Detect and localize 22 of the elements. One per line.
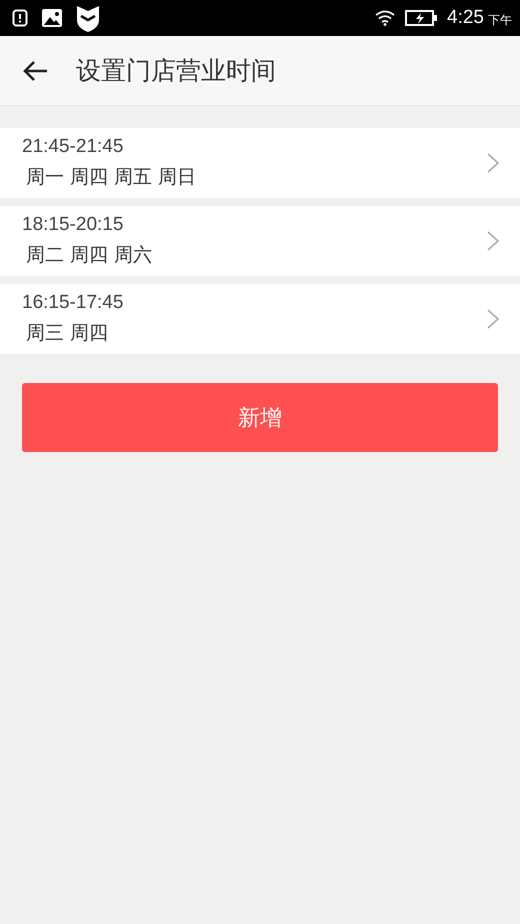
chevron-right-icon — [487, 153, 499, 173]
clock-time: 4:25 — [447, 7, 484, 29]
chevron-right-icon — [487, 231, 499, 251]
schedule-row[interactable]: 16:15-17:45 周三 周四 — [0, 284, 520, 354]
battery-charging-icon — [405, 10, 438, 26]
time-range: 18:15-20:15 — [22, 214, 124, 236]
clock-period: 下午 — [488, 12, 512, 28]
shield-icon — [76, 4, 100, 32]
time-range: 16:15-17:45 — [22, 292, 124, 314]
image-icon — [42, 9, 62, 27]
time-range: 21:45-21:45 — [22, 136, 124, 158]
back-arrow-icon — [22, 60, 48, 82]
alert-icon — [12, 9, 28, 27]
page-title: 设置门店营业时间 — [76, 55, 276, 87]
weekdays: 周三 周四 — [26, 321, 110, 346]
weekdays: 周二 周四 周六 — [26, 243, 154, 268]
schedule-row[interactable]: 18:15-20:15 周二 周四 周六 — [0, 206, 520, 276]
schedule-row[interactable]: 21:45-21:45 周一 周四 周五 周日 — [0, 128, 520, 198]
chevron-right-icon — [487, 309, 499, 329]
back-button[interactable] — [22, 60, 48, 82]
wifi-icon — [375, 10, 396, 26]
weekdays: 周一 周四 周五 周日 — [26, 165, 198, 190]
